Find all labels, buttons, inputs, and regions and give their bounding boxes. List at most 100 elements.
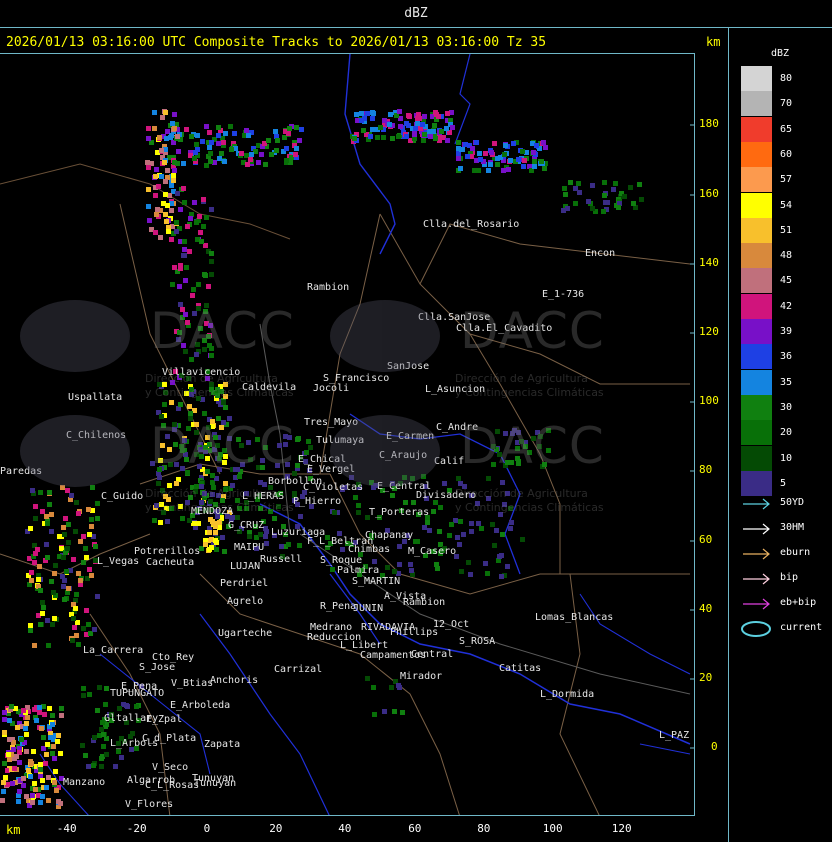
- radar-echo-pixel: [146, 136, 151, 141]
- radar-echo-pixel: [470, 146, 475, 151]
- radar-echo-pixel: [182, 239, 187, 244]
- watermark-line2: y Contingencias Climáticas: [145, 386, 294, 399]
- radar-echo-pixel: [73, 606, 78, 611]
- radar-echo-pixel: [51, 590, 56, 595]
- radar-echo-pixel: [458, 519, 463, 524]
- legend-swatch: [741, 445, 772, 471]
- radar-echo-pixel: [602, 180, 607, 185]
- radar-echo-pixel: [156, 481, 161, 486]
- radar-echo-pixel: [586, 199, 591, 204]
- radar-echo-pixel: [539, 159, 544, 164]
- radar-echo-pixel: [181, 253, 186, 258]
- radar-echo-pixel: [202, 411, 207, 416]
- radar-echo-pixel: [489, 150, 494, 155]
- radar-echo-pixel: [174, 220, 179, 225]
- radar-echo-pixel: [207, 145, 212, 150]
- radar-echo-pixel: [28, 774, 33, 779]
- radar-echo-pixel: [422, 114, 427, 119]
- radar-echo-pixel: [165, 203, 170, 208]
- place-label: S_MARTIN: [352, 576, 401, 587]
- radar-echo-pixel: [505, 564, 510, 569]
- radar-echo-pixel: [273, 129, 278, 134]
- dacc-logo-icon: [20, 415, 130, 487]
- radar-echo-pixel: [39, 726, 44, 731]
- radar-echo-pixel: [297, 138, 302, 143]
- radar-echo-pixel: [308, 445, 313, 450]
- radar-echo-pixel: [37, 705, 42, 710]
- radar-echo-pixel: [542, 166, 547, 171]
- radar-echo-pixel: [213, 538, 218, 543]
- radar-echo-pixel: [152, 110, 157, 115]
- legend-level-label: 60: [780, 148, 793, 160]
- place-label: Agrelo: [227, 596, 264, 607]
- y-tick-label: 140: [699, 256, 719, 269]
- radar-echo-pixel: [74, 592, 79, 597]
- radar-echo-pixel: [1, 780, 6, 785]
- radar-echo-pixel: [90, 485, 95, 490]
- radar-echo-pixel: [209, 545, 214, 550]
- radar-echo-pixel: [361, 128, 366, 133]
- radar-echo-pixel: [80, 743, 85, 748]
- radar-echo-pixel: [62, 532, 67, 537]
- radar-echo-pixel: [306, 439, 311, 444]
- radar-echo-pixel: [486, 476, 491, 481]
- radar-echo-pixel: [95, 708, 100, 713]
- radar-echo-pixel: [422, 525, 427, 530]
- radar-echo-pixel: [95, 501, 100, 506]
- place-label: V_Btias: [171, 678, 214, 689]
- radar-echo-pixel: [459, 569, 464, 574]
- radar-echo-pixel: [371, 111, 376, 116]
- radar-echo-pixel: [25, 715, 30, 720]
- radar-echo-pixel: [353, 495, 358, 500]
- radar-echo-pixel: [187, 518, 192, 523]
- radar-echo-pixel: [511, 141, 516, 146]
- radar-echo-pixel: [298, 514, 303, 519]
- watermark-name: DACC: [150, 417, 295, 475]
- radar-echo-pixel: [89, 517, 94, 522]
- radar-echo-pixel: [33, 551, 38, 556]
- radar-echo-pixel: [396, 683, 401, 688]
- radar-echo-pixel: [354, 112, 359, 117]
- radar-echo-pixel: [178, 207, 183, 212]
- radar-echo-pixel: [160, 115, 165, 120]
- radar-echo-pixel: [206, 284, 211, 289]
- radar-echo-pixel: [30, 488, 35, 493]
- radar-echo-pixel: [15, 725, 20, 730]
- radar-echo-pixel: [113, 764, 118, 769]
- place-label: R_Pena: [320, 601, 357, 612]
- radar-echo-pixel: [368, 134, 373, 139]
- place-label: T_Porteras: [369, 507, 430, 518]
- radar-echo-pixel: [182, 200, 187, 205]
- place-label: Cacheuta: [146, 557, 195, 568]
- radar-echo-pixel: [474, 140, 479, 145]
- window-title: dBZ: [404, 6, 428, 21]
- radar-echo-pixel: [263, 534, 268, 539]
- radar-echo-pixel: [38, 588, 43, 593]
- radar-echo-pixel: [49, 512, 54, 517]
- legend-swatch: [741, 268, 772, 294]
- radar-echo-pixel: [49, 529, 54, 534]
- radar-echo-pixel: [2, 710, 7, 715]
- radar-echo-pixel: [506, 167, 511, 172]
- place-label: Potrerillos: [134, 546, 201, 557]
- radar-echo-pixel: [521, 164, 526, 169]
- radar-echo-pixel: [47, 490, 52, 495]
- radar-echo-pixel: [616, 205, 621, 210]
- radar-echo-pixel: [87, 532, 92, 537]
- place-label: JUNIN: [353, 603, 384, 614]
- place-label: Zapata: [204, 739, 241, 750]
- radar-echo-pixel: [72, 625, 77, 630]
- radar-echo-pixel: [191, 287, 196, 292]
- radar-echo-pixel: [330, 567, 335, 572]
- radar-echo-pixel: [294, 146, 299, 151]
- radar-echo-pixel: [415, 116, 420, 121]
- radar-echo-pixel: [244, 128, 249, 133]
- radar-echo-pixel: [299, 127, 304, 132]
- radar-echo-pixel: [516, 157, 521, 162]
- radar-echo-pixel: [248, 157, 253, 162]
- radar-echo-pixel: [199, 239, 204, 244]
- radar-echo-pixel: [223, 481, 228, 486]
- radar-echo-pixel: [388, 112, 393, 117]
- place-label: L_Dormida: [540, 689, 595, 700]
- radar-echo-pixel: [32, 707, 37, 712]
